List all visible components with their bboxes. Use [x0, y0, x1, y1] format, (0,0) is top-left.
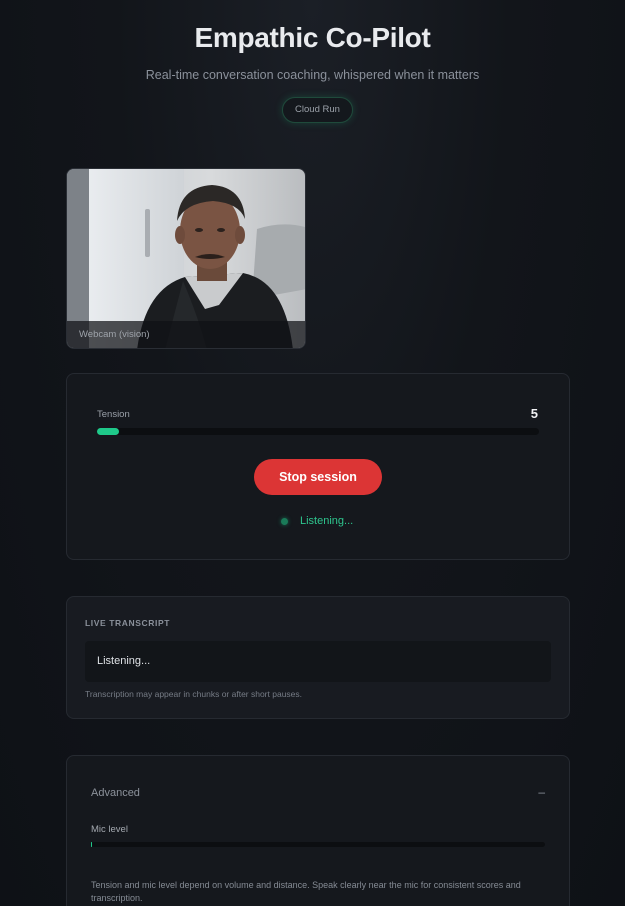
deploy-badge: Cloud Run: [282, 97, 353, 123]
mic-level-label: Mic level: [91, 824, 128, 835]
advanced-note: Tension and mic level depend on volume a…: [91, 880, 521, 903]
status-dot-icon: [281, 517, 288, 525]
tension-meter: [97, 428, 539, 435]
advanced-panel-title[interactable]: Advanced: [91, 787, 140, 799]
session-card: Tension 5 Stop session Listening...: [66, 373, 570, 560]
page-title: Empathic Co-Pilot: [194, 22, 431, 53]
mic-level-meter-fill: [91, 842, 92, 847]
advanced-panel: Advanced – Mic level Tension and mic lev…: [66, 755, 570, 906]
transcript-text: Listening...: [85, 641, 551, 682]
transcript-section-title: LIVE TRANSCRIPT: [85, 618, 171, 628]
status-text: Listening...: [300, 515, 354, 527]
mic-level-meter: [91, 842, 545, 847]
transcript-card: LIVE TRANSCRIPT Listening... Transcripti…: [66, 596, 570, 719]
app-page: Empathic Co-Pilot Real-time conversation…: [0, 0, 625, 906]
tension-value: 5: [530, 406, 538, 421]
transcript-note: Transcription may appear in chunks or af…: [85, 689, 303, 699]
stop-session-button[interactable]: Stop session: [254, 459, 382, 495]
page-subtitle: Real-time conversation coaching, whisper…: [145, 68, 480, 82]
webcam-preview: Webcam (vision): [66, 168, 306, 349]
tension-label: Tension: [97, 409, 130, 420]
collapse-toggle-icon[interactable]: –: [538, 785, 545, 799]
tension-meter-fill: [97, 428, 120, 435]
session-status: Listening...: [281, 513, 353, 529]
webcam-caption: Webcam (vision): [67, 321, 305, 348]
